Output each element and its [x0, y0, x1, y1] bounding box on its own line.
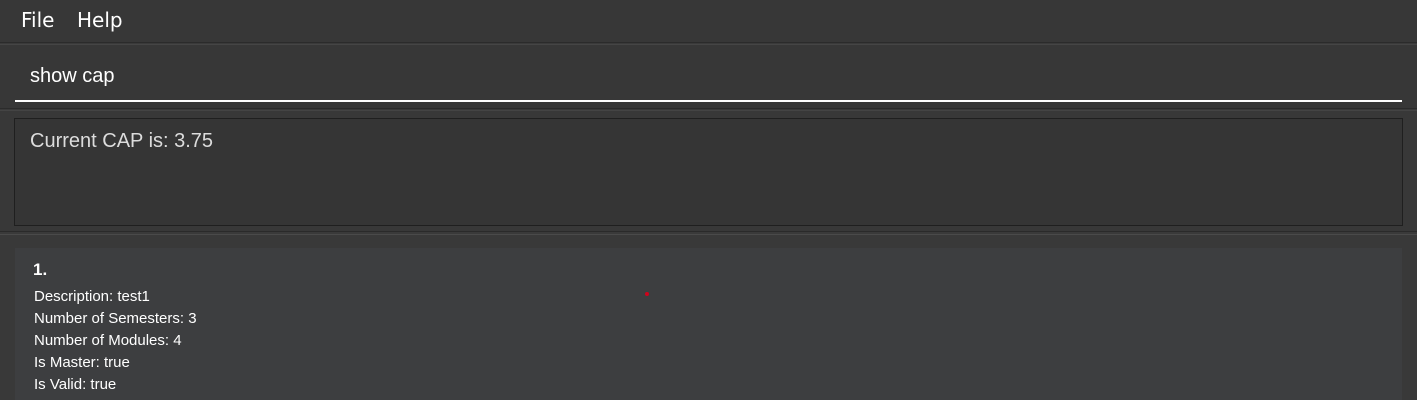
- card-description: Description: test1: [34, 288, 150, 305]
- study-plan-card[interactable]: 1. Description: test1 Number of Semester…: [15, 248, 1402, 400]
- card-index: 1.: [33, 260, 48, 279]
- result-display-pane: Current CAP is: 3.75: [0, 110, 1417, 232]
- card-is-valid: Is Valid: true: [34, 376, 117, 393]
- card-is-master: Is Master: true: [34, 354, 130, 371]
- menu-bar: File Help: [0, 0, 1417, 43]
- menu-file[interactable]: File: [21, 8, 54, 32]
- result-display: Current CAP is: 3.75: [14, 118, 1403, 226]
- command-box[interactable]: [15, 57, 1402, 102]
- cursor-dot: [645, 292, 649, 296]
- menu-help[interactable]: Help: [77, 8, 123, 32]
- card-modules: Number of Modules: 4: [34, 332, 182, 349]
- app-window: File Help Current CAP is: 3.75 1. Descri…: [0, 0, 1417, 400]
- command-box-pane: [0, 44, 1417, 109]
- result-message: Current CAP is: 3.75: [30, 130, 214, 152]
- command-input[interactable]: [30, 65, 1380, 88]
- card-semesters: Number of Semesters: 3: [34, 310, 197, 327]
- study-plan-list: 1. Description: test1 Number of Semester…: [0, 234, 1417, 400]
